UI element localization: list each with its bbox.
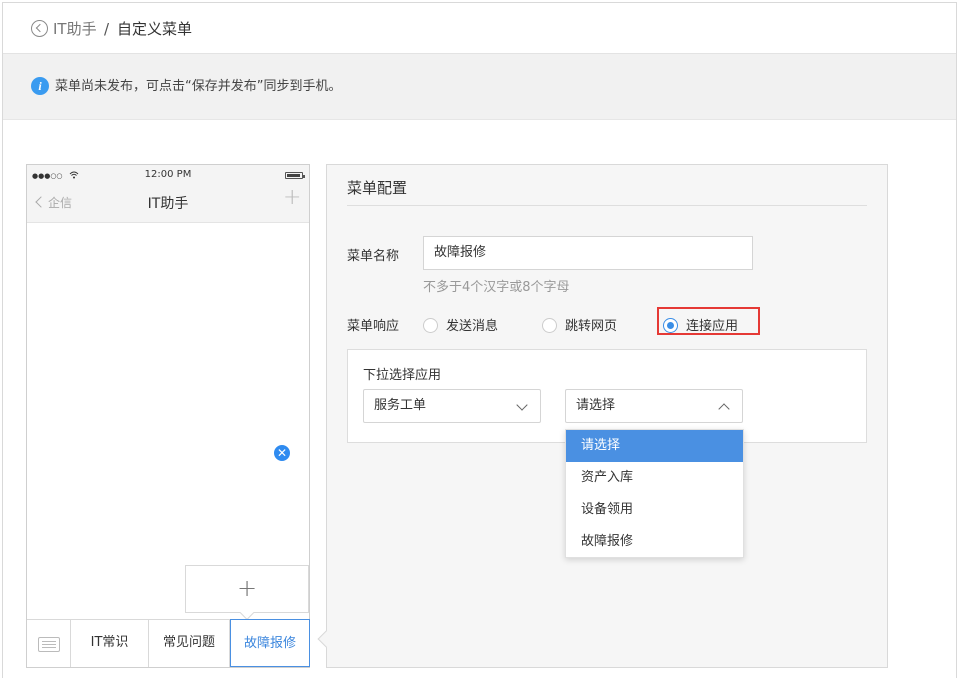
- page-header: IT助手 / 自定义菜单: [3, 3, 956, 54]
- phone-nav-title: IT助手: [147, 196, 189, 212]
- menu-tab-faq[interactable]: 常见问题: [149, 620, 230, 667]
- highlight-box: [657, 307, 760, 335]
- remove-menu-close-icon[interactable]: ✕: [272, 443, 292, 463]
- menu-tab-repair[interactable]: 故障报修: [230, 619, 310, 667]
- radio-send-message[interactable]: 发送消息: [423, 315, 498, 334]
- app-select-title: 下拉选择应用: [363, 368, 442, 383]
- config-divider: [347, 205, 867, 206]
- notice-text: 菜单尚未发布，可点击“保存并发布”同步到手机。: [55, 79, 342, 94]
- chevron-down-icon: [516, 399, 528, 411]
- menu-config-panel: 菜单配置 菜单名称 故障报修 不多于4个汉字或8个字母 菜单响应 发送消息 跳转…: [326, 164, 888, 668]
- add-submenu-panel: +: [185, 565, 309, 621]
- sub-app-select[interactable]: 请选择: [565, 389, 743, 423]
- menu-name-input[interactable]: 故障报修: [423, 236, 753, 270]
- dropdown-option-please-select[interactable]: 请选择: [566, 430, 743, 462]
- phone-status-nav-bar: ●●●○○ 12:00 PM 企信 IT助手 +: [27, 165, 309, 223]
- menu-name-label: 菜单名称: [347, 249, 400, 264]
- radio-label: 跳转网页: [565, 319, 618, 334]
- status-time: 12:00 PM: [144, 169, 192, 180]
- keyboard-toggle[interactable]: [27, 620, 71, 667]
- info-icon: i: [31, 77, 49, 95]
- add-submenu-button[interactable]: +: [186, 576, 308, 600]
- app-select[interactable]: 服务工单: [363, 389, 541, 423]
- radio-label: 发送消息: [446, 319, 499, 334]
- phone-menu-bar: IT常识 常见问题 故障报修: [27, 619, 310, 667]
- dropdown-option-equipment-checkout[interactable]: 设备领用: [566, 494, 743, 526]
- sub-app-select-value: 请选择: [576, 398, 616, 413]
- menu-response-label: 菜单响应: [347, 319, 400, 334]
- back-circle-icon[interactable]: [31, 20, 48, 37]
- menu-name-hint: 不多于4个汉字或8个字母: [423, 280, 570, 295]
- config-title: 菜单配置: [347, 179, 408, 197]
- app-select-value: 服务工单: [374, 398, 427, 413]
- radio-circle-icon: [423, 318, 438, 333]
- sub-app-dropdown: 请选择 资产入库 设备领用 故障报修: [565, 429, 744, 558]
- publish-notice: i 菜单尚未发布，可点击“保存并发布”同步到手机。: [3, 54, 956, 120]
- page-title: 自定义菜单: [117, 20, 193, 38]
- phone-preview: ●●●○○ 12:00 PM 企信 IT助手 + + IT常识 常见问题 故障报…: [26, 164, 310, 668]
- menu-tab-it-knowledge[interactable]: IT常识: [71, 620, 149, 667]
- keyboard-icon: [38, 637, 60, 652]
- battery-icon: [285, 172, 305, 179]
- dropdown-option-asset-intake[interactable]: 资产入库: [566, 462, 743, 494]
- radio-circle-icon: [542, 318, 557, 333]
- breadcrumb-link[interactable]: IT助手: [53, 19, 97, 39]
- phone-plus-icon[interactable]: +: [283, 187, 301, 209]
- dropdown-option-repair[interactable]: 故障报修: [566, 526, 743, 558]
- radio-open-webpage[interactable]: 跳转网页: [542, 315, 617, 334]
- panel-arrow: [239, 605, 255, 621]
- chevron-up-icon: [718, 403, 730, 415]
- breadcrumb-separator: /: [104, 20, 110, 38]
